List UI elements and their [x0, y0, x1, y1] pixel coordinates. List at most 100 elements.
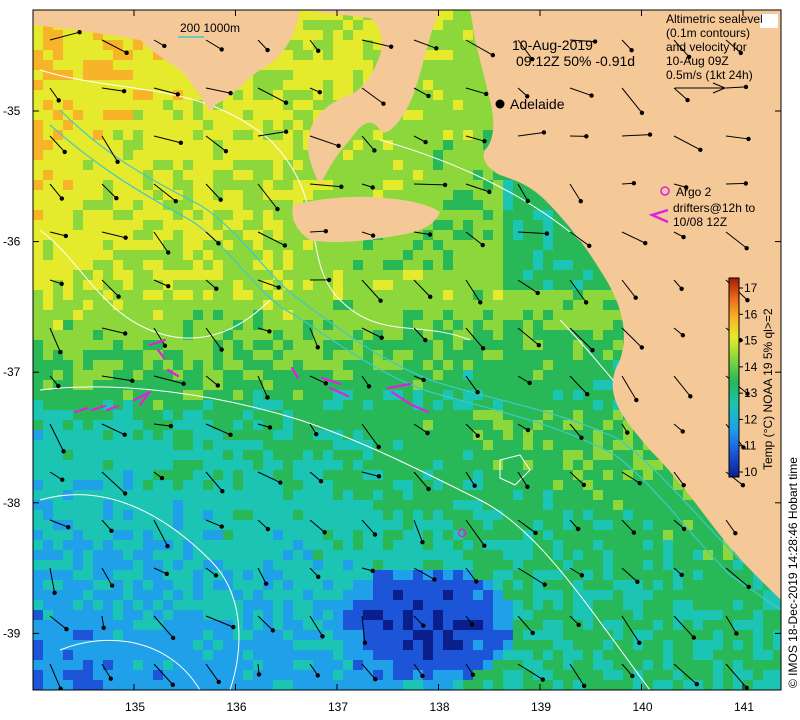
- sst-cell: [453, 170, 463, 180]
- sst-cell: [453, 110, 463, 120]
- sst-cell: [113, 360, 123, 370]
- sst-cell: [703, 620, 713, 630]
- sst-cell: [573, 480, 583, 490]
- sst-cell: [503, 420, 513, 430]
- sst-cell: [193, 670, 203, 680]
- sst-cell: [393, 500, 403, 510]
- sst-cell: [633, 600, 643, 610]
- sst-cell: [643, 630, 653, 640]
- sst-cell: [603, 400, 613, 410]
- sst-cell: [613, 610, 623, 620]
- sst-cell: [523, 390, 533, 400]
- sst-cell: [613, 520, 623, 530]
- sst-cell: [633, 540, 643, 550]
- sst-cell: [453, 20, 463, 30]
- sst-cell: [593, 630, 603, 640]
- sst-cell: [243, 620, 253, 630]
- sst-cell: [303, 180, 313, 190]
- sst-cell: [563, 500, 573, 510]
- sst-cell: [403, 420, 413, 430]
- sst-cell: [633, 590, 643, 600]
- sst-cell: [43, 460, 53, 470]
- sst-cell: [173, 240, 183, 250]
- sst-cell: [343, 380, 353, 390]
- sst-cell: [603, 530, 613, 540]
- sst-cell: [263, 530, 273, 540]
- sst-cell: [53, 360, 63, 370]
- sst-cell: [463, 60, 473, 70]
- sst-cell: [503, 470, 513, 480]
- sst-cell: [243, 200, 253, 210]
- sst-cell: [113, 560, 123, 570]
- sst-cell: [33, 640, 43, 650]
- sst-cell: [443, 340, 453, 350]
- sst-cell: [123, 360, 133, 370]
- sst-cell: [383, 300, 393, 310]
- sst-cell: [543, 510, 553, 520]
- sst-cell: [273, 170, 283, 180]
- sst-cell: [413, 340, 423, 350]
- sst-cell: [83, 500, 93, 510]
- sst-cell: [593, 320, 603, 330]
- sst-cell: [553, 610, 563, 620]
- sst-cell: [373, 620, 383, 630]
- sst-cell: [143, 500, 153, 510]
- sst-cell: [83, 280, 93, 290]
- sst-cell: [143, 670, 153, 680]
- sst-cell: [33, 550, 43, 560]
- sst-cell: [413, 90, 423, 100]
- sst-cell: [83, 160, 93, 170]
- sst-cell: [593, 590, 603, 600]
- sst-cell: [213, 130, 223, 140]
- sst-cell: [473, 100, 483, 110]
- sst-cell: [593, 550, 603, 560]
- sst-cell: [523, 230, 533, 240]
- sst-cell: [423, 560, 433, 570]
- sst-cell: [563, 380, 573, 390]
- sst-cell: [143, 160, 153, 170]
- sst-cell: [173, 520, 183, 530]
- sst-cell: [723, 560, 733, 570]
- sst-cell: [323, 590, 333, 600]
- sst-cell: [273, 330, 283, 340]
- sst-cell: [403, 410, 413, 420]
- sst-cell: [133, 110, 143, 120]
- sst-cell: [163, 200, 173, 210]
- sst-cell: [183, 160, 193, 170]
- sst-cell: [43, 450, 53, 460]
- sst-cell: [553, 330, 563, 340]
- sst-cell: [173, 670, 183, 680]
- sst-cell: [323, 610, 333, 620]
- sst-cell: [43, 120, 53, 130]
- sst-cell: [433, 280, 443, 290]
- sst-cell: [283, 610, 293, 620]
- sst-cell: [593, 340, 603, 350]
- sst-cell: [503, 660, 513, 670]
- sst-cell: [63, 460, 73, 470]
- sst-cell: [353, 50, 363, 60]
- sst-cell: [43, 360, 53, 370]
- sst-cell: [283, 370, 293, 380]
- sst-cell: [273, 670, 283, 680]
- sst-cell: [243, 540, 253, 550]
- sst-cell: [123, 70, 133, 80]
- sst-cell: [353, 610, 363, 620]
- sst-cell: [423, 530, 433, 540]
- sst-cell: [293, 430, 303, 440]
- sst-cell: [273, 190, 283, 200]
- sst-cell: [63, 320, 73, 330]
- sst-cell: [123, 570, 133, 580]
- sst-cell: [503, 350, 513, 360]
- sst-cell: [513, 290, 523, 300]
- sst-cell: [353, 260, 363, 270]
- sst-cell: [473, 640, 483, 650]
- sst-cell: [123, 620, 133, 630]
- sst-cell: [213, 320, 223, 330]
- sst-cell: [443, 640, 453, 650]
- sst-cell: [493, 300, 503, 310]
- sst-cell: [83, 560, 93, 570]
- sst-cell: [493, 230, 503, 240]
- sst-cell: [753, 640, 763, 650]
- sst-cell: [493, 400, 503, 410]
- sst-cell: [113, 660, 123, 670]
